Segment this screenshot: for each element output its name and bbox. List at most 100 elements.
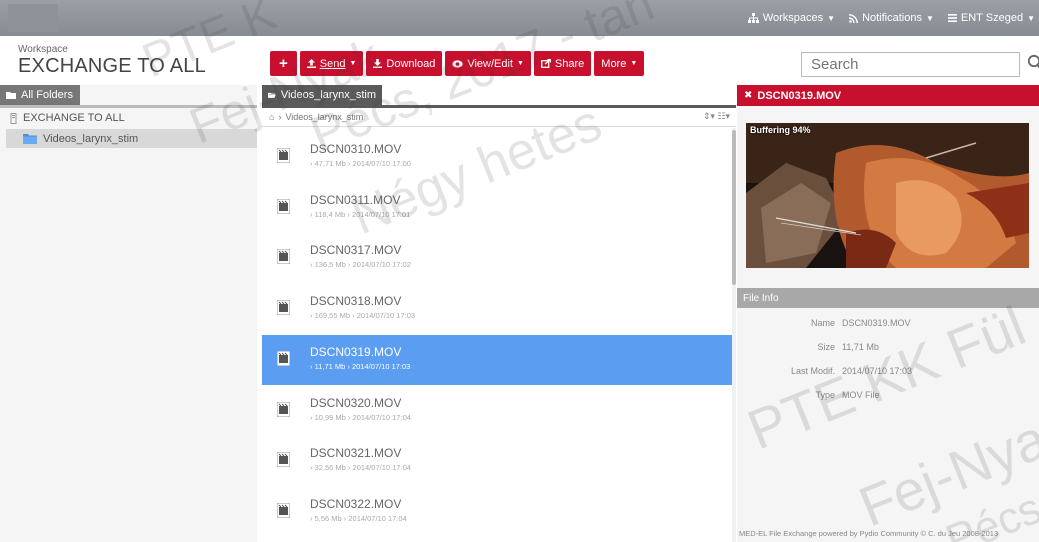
file-meta: › 136,5 Mb › 2014/07/10 17:02: [310, 260, 411, 269]
file-name: DSCN0317.MOV: [310, 243, 402, 257]
view-tools[interactable]: ⇕▾ ☷▾: [703, 111, 730, 122]
file-name: DSCN0322.MOV: [310, 497, 402, 511]
file-meta: › 118,4 Mb › 2014/07/10 17:01: [310, 210, 411, 219]
file-row[interactable]: DSCN0310.MOV › 47,71 Mb › 2014/07/10 17:0…: [262, 132, 732, 182]
info-row-modified: Last Modif. 2014/07/10 17:03: [737, 366, 1039, 376]
workspaces-label: Workspaces: [762, 12, 824, 24]
chevron-down-icon: ▼: [349, 60, 357, 67]
search-input[interactable]: [801, 52, 1020, 77]
file-meta: › 47,71 Mb › 2014/07/10 17:00: [310, 159, 411, 168]
video-file-icon: [277, 503, 290, 518]
share-label: Share: [554, 57, 585, 70]
file-meta: › 10,99 Mb › 2014/07/10 17:04: [310, 413, 411, 422]
info-row-size: Size 11,71 Mb: [737, 342, 1039, 352]
folder-icon: [6, 92, 16, 99]
close-icon[interactable]: ✖: [744, 90, 752, 101]
breadcrumb: ⌂ › Videos_larynx_stim ⇕▾ ☷▾: [262, 108, 736, 127]
preview-title: DSCN0319.MOV: [757, 89, 842, 102]
preview-header: ✖ DSCN0319.MOV: [737, 85, 1039, 106]
workspaces-menu[interactable]: Workspaces ▼: [747, 12, 835, 24]
more-button[interactable]: More ▼: [594, 51, 645, 76]
new-button[interactable]: +: [270, 51, 297, 76]
file-meta: › 11,71 Mb › 2014/07/10 17:03: [310, 362, 411, 371]
tree-folder-label: Videos_larynx_stim: [43, 132, 139, 145]
footer-credit: MED-EL File Exchange powered by Pydio Co…: [739, 529, 999, 538]
search-icon[interactable]: [1026, 54, 1039, 72]
current-folder-label: Videos_larynx_stim: [280, 89, 376, 101]
info-value: MOV File: [842, 390, 880, 400]
file-name: DSCN0321.MOV: [310, 446, 402, 460]
file-meta: › 32,56 Mb › 2014/07/10 17:04: [310, 463, 411, 472]
upload-icon: [306, 59, 316, 68]
more-label: More: [601, 57, 627, 70]
file-row[interactable]: DSCN0320.MOV › 10,99 Mb › 2014/07/10 17:0…: [262, 386, 732, 436]
folder-icon: [23, 134, 37, 144]
chevron-right-icon: ›: [278, 112, 282, 122]
file-row[interactable]: DSCN0322.MOV › 5,56 Mb › 2014/07/10 17:04: [262, 487, 732, 537]
info-label: Type: [815, 390, 835, 400]
file-name: DSCN0320.MOV: [310, 396, 402, 410]
info-row-type: Type MOV File: [737, 390, 1039, 400]
tree-item-videos[interactable]: Videos_larynx_stim: [6, 129, 257, 148]
chevron-down-icon: ▼: [516, 60, 524, 67]
file-info-header: File Info: [737, 288, 1039, 308]
video-file-icon: [277, 351, 290, 366]
sitemap-icon: [747, 13, 759, 23]
view-edit-label: View/Edit: [467, 57, 513, 70]
eye-icon: [452, 59, 464, 68]
file-row[interactable]: DSCN0319.MOV › 11,71 Mb › 2014/07/10 17:0…: [262, 335, 732, 385]
share-button[interactable]: Share: [533, 51, 592, 76]
video-file-icon: [277, 249, 290, 264]
info-label: Size: [817, 342, 835, 352]
folders-panel: [0, 85, 257, 542]
info-label: Name: [810, 318, 835, 328]
send-button[interactable]: Send ▼: [299, 51, 364, 76]
file-name: DSCN0318.MOV: [310, 294, 402, 308]
share-icon: [540, 59, 551, 68]
folder-open-icon: [268, 92, 276, 98]
tree-item-root[interactable]: EXCHANGE TO ALL: [10, 112, 125, 124]
file-name: DSCN0310.MOV: [310, 142, 402, 156]
file-name: DSCN0311.MOV: [310, 193, 401, 207]
info-label: Last Modif.: [790, 366, 835, 376]
file-meta: › 169,55 Mb › 2014/07/10 17:03: [310, 311, 416, 320]
info-row-name: Name DSCN0319.MOV: [737, 318, 1039, 328]
video-file-icon: [277, 148, 290, 163]
download-button[interactable]: Download: [366, 51, 443, 76]
send-label: Send: [319, 57, 346, 70]
view-edit-button[interactable]: View/Edit ▼: [445, 51, 531, 76]
action-toolbar: + Send ▼ Download View/Edit ▼ Share More…: [270, 51, 645, 76]
user-menu[interactable]: ENT Szeged ▼: [947, 12, 1035, 24]
file-row[interactable]: DSCN0318.MOV › 169,55 Mb › 2014/07/10 17:…: [262, 284, 732, 334]
chevron-down-icon: ▼: [925, 13, 934, 23]
file-row[interactable]: DSCN0311.MOV › 118,4 Mb › 2014/07/10 17:0…: [262, 183, 732, 233]
info-value: DSCN0319.MOV: [842, 318, 911, 328]
video-player[interactable]: [746, 123, 1029, 268]
file-name: DSCN0319.MOV: [310, 345, 402, 359]
video-file-icon: [277, 402, 290, 417]
chevron-down-icon: ▼: [1027, 13, 1035, 23]
menu-icon: [947, 14, 957, 22]
workspace-title: EXCHANGE TO ALL: [18, 55, 206, 77]
left-panel-divider: [0, 105, 257, 108]
buffering-status: Buffering 94%: [750, 125, 811, 135]
breadcrumb-folder[interactable]: Videos_larynx_stim: [285, 112, 363, 122]
logo-area: [8, 4, 58, 32]
video-file-icon: [277, 199, 290, 214]
home-icon[interactable]: ⌂: [269, 112, 274, 122]
video-file-icon: [277, 300, 290, 315]
file-row[interactable]: DSCN0317.MOV › 136,5 Mb › 2014/07/10 17:0…: [262, 233, 732, 283]
notifications-menu[interactable]: Notifications ▼: [849, 12, 934, 24]
scrollbar-thumb[interactable]: [732, 130, 736, 285]
top-nav: Workspaces ▼ Notifications ▼ ENT Szeged …: [734, 0, 1039, 36]
download-icon: [373, 59, 383, 68]
current-folder-tab[interactable]: Videos_larynx_stim: [262, 85, 382, 105]
rss-icon: [849, 13, 858, 23]
workspace-caption: Workspace: [18, 44, 68, 55]
file-row[interactable]: DSCN0321.MOV › 32,56 Mb › 2014/07/10 17:0…: [262, 436, 732, 486]
top-bar: Workspaces ▼ Notifications ▼ ENT Szeged …: [0, 0, 1039, 36]
all-folders-label: All Folders: [21, 89, 73, 101]
tree-root-label: EXCHANGE TO ALL: [23, 112, 125, 124]
all-folders-tab[interactable]: All Folders: [0, 85, 80, 105]
file-meta: › 5,56 Mb › 2014/07/10 17:04: [310, 514, 407, 523]
